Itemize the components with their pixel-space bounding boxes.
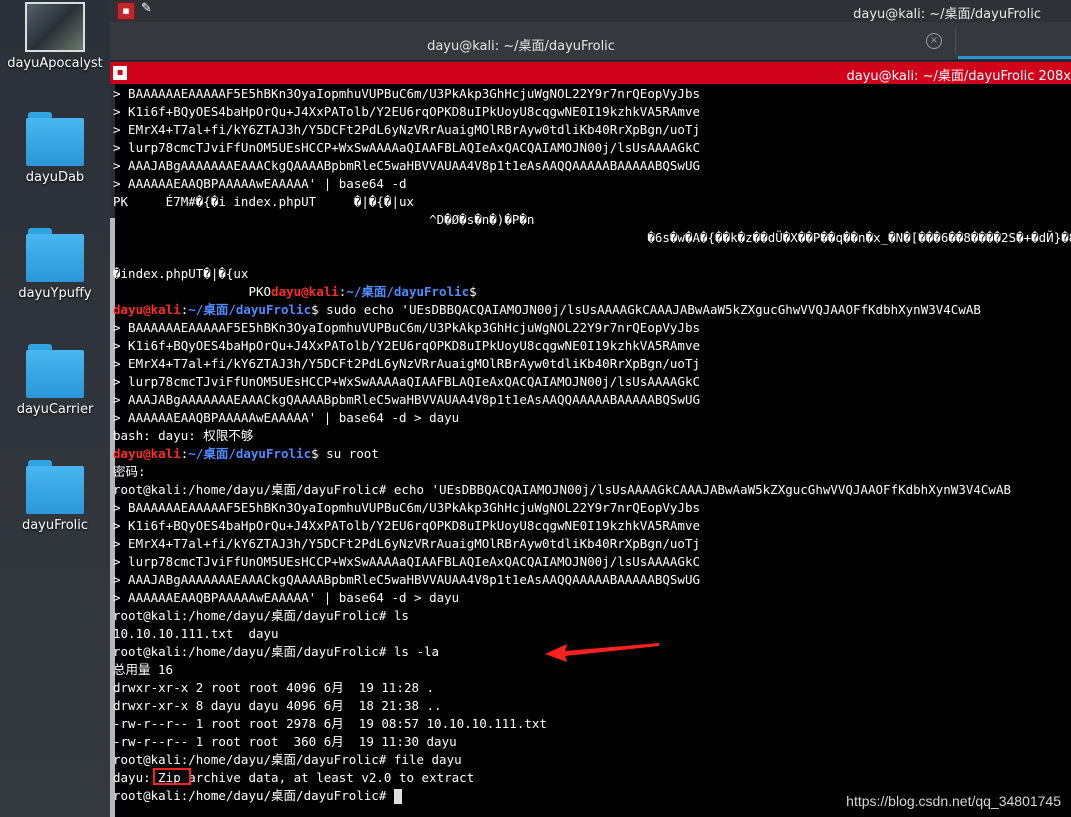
terminal-line: > EMrX4+T7al+fi/kY6ZTAJ3h/Y5DCFt2PdL6yNz… [113,122,700,137]
terminal-line-text: PKO [113,284,272,299]
prompt-path: ~/桌面/dayuFrolic [188,302,312,317]
window-title: dayu@kali: ~/桌面/dayuFrolic [853,7,1041,22]
command-text: ls [393,608,409,623]
terminal-line: > AAAAAAEAAQBPAAAAAwEAAAAA' | base64 -d … [113,410,460,425]
terminal-line: �6s�w�A�{��k�z��dÜ�X��P��q��n�x_�N�[���6… [113,230,1071,245]
annotation-arrow-icon [545,643,659,662]
terminal-app-icon[interactable]: ▪ [117,2,135,20]
terminal-line: drwxr-xr-x 8 dayu dayu 4096 6月 18 21:38 … [113,698,442,713]
terminal-line: -rw-r--r-- 1 root root 2978 6月 19 08:57 … [113,716,547,731]
pane-titlebar: ▪ dayu@kali: ~/桌面/dayuFrolic 208x [110,62,1071,84]
folder-icon [26,112,84,166]
terminal-line: > AAAJABgAAAAAAAEAAACkgQAAAABpbmRleC5waH… [113,572,700,587]
file-output-rest: archive data, at least v2.0 to extract [180,770,475,785]
root-prompt: root@kali:/home/dayu/桌面/dayuFrolic# [113,788,387,803]
file-output-prefix: dayu: [113,770,159,785]
terminal-line: root@kali:/home/dayu/桌面/dayuFrolic# ls [113,607,1071,625]
terminal-line: dayu@kali:~/桌面/dayuFrolic$ su root [113,446,379,461]
root-prompt: root@kali:/home/dayu/桌面/dayuFrolic# [113,482,387,497]
text-cursor [393,789,402,804]
terminal-line: > K1i6f+BQyOES4baHpOrQu+J4XxPATolb/Y2EU6… [113,104,700,119]
terminal-pane-icon[interactable]: ▪ [113,66,127,80]
command-text: echo 'UEsDBBQACQAIAMOJN00j/lsUsAAAAGkCAA… [393,482,1011,497]
close-tab-icon[interactable]: × [926,33,942,49]
terminal-line: > EMrX4+T7al+fi/kY6ZTAJ3h/Y5DCFt2PdL6yNz… [113,356,700,371]
tab-bar: dayu@kali: ~/桌面/dayuFrolic × [110,22,1071,61]
terminal-output[interactable]: > BAAAAAAEAAAAAF5E5hBKn3OyaIopmhuVUPBuC6… [110,84,1071,817]
tab-terminal[interactable]: dayu@kali: ~/桌面/dayuFrolic [110,35,932,54]
desktop-item-dayuFrolic[interactable]: dayuFrolic [0,460,110,533]
desktop-item-label: dayuYpuffy [18,286,92,301]
prompt-path: ~/桌面/dayuFrolic [188,446,312,461]
terminal-line: > BAAAAAAEAAAAAF5E5hBKn3OyaIopmhuVUPBuC6… [113,86,700,101]
terminal-line: > AAAAAAEAAQBPAAAAAwEAAAAA' | base64 -d [113,176,407,191]
terminal-line: > EMrX4+T7al+fi/kY6ZTAJ3h/Y5DCFt2PdL6yNz… [113,536,700,551]
terminal-line: dayu@kali:~/桌面/dayuFrolic$ sudo echo 'UE… [113,302,981,317]
terminal-line: > lurp78cmcTJviFfUnOM5UEsHCCP+WxSwAAAAaQ… [113,374,700,389]
command-text: ls -la [393,644,440,659]
prompt-user: dayu@kali [113,302,181,317]
folder-icon [26,228,84,282]
terminal-line: > K1i6f+BQyOES4baHpOrQu+J4XxPATolb/Y2EU6… [113,518,700,533]
terminal-line: > BAAAAAAEAAAAAF5E5hBKn3OyaIopmhuVUPBuC6… [113,500,700,515]
terminal-line: dayu: Zip archive data, at least v2.0 to… [113,768,1071,787]
root-prompt: root@kali:/home/dayu/桌面/dayuFrolic# [113,752,387,767]
desktop-item-label: dayuFrolic [21,518,89,533]
terminal-line: > AAAAAAEAAQBPAAAAAwEAAAAA' | base64 -d … [113,590,460,605]
desktop-item-dayuYpuffy[interactable]: dayuYpuffy [0,228,110,301]
desktop-item-dayuApocalyst[interactable]: dayuApocalyst [0,2,110,71]
desktop: dayuApocalyst dayuDab dayuYpuffy dayuCar… [0,0,110,817]
terminal-line: > BAAAAAAEAAAAAF5E5hBKn3OyaIopmhuVUPBuC6… [113,320,700,335]
terminal-line: bash: dayu: 权限不够 [113,428,254,443]
terminal-line: root@kali:/home/dayu/桌面/dayuFrolic# file… [113,751,1071,769]
command-text: file dayu [393,752,462,767]
terminal-line: �index.phpUT�|�{ux [113,266,249,281]
folder-icon [26,460,84,514]
command-text: su root [326,446,379,461]
terminal-line: > K1i6f+BQyOES4baHpOrQu+J4XxPATolb/Y2EU6… [113,338,700,353]
terminal-line: ^D�Ø�s�n�)�P�n [113,212,535,227]
tab-divider [955,28,956,54]
root-prompt: root@kali:/home/dayu/桌面/dayuFrolic# [113,644,387,659]
terminal-line: 密码: [113,464,146,479]
terminal-line: drwxr-xr-x 2 root root 4096 6月 19 11:28 … [113,680,435,695]
terminal-line: > AAAJABgAAAAAAAEAAACkgQAAAABpbmRleC5waH… [113,392,700,407]
terminal-line: PKOdayu@kali:~/桌面/dayuFrolic$ [113,284,477,299]
terminal-line: > lurp78cmcTJviFfUnOM5UEsHCCP+WxSwAAAAaQ… [113,140,700,155]
desktop-item-label: dayuCarrier [16,402,94,417]
prompt-path: ~/桌面/dayuFrolic [346,284,470,299]
watermark: https://blog.csdn.net/qq_34801745 [846,793,1061,809]
pin-icon[interactable]: ✎ [141,1,152,16]
terminal-line: -rw-r--r-- 1 root root 360 6月 19 11:30 d… [113,734,457,749]
root-prompt: root@kali:/home/dayu/桌面/dayuFrolic# [113,608,387,623]
prompt-user: dayu@kali [113,446,181,461]
folder-icon [26,344,84,398]
annotation-box [153,768,191,785]
image-thumbnail-icon [25,2,85,52]
desktop-item-dayuDab[interactable]: dayuDab [0,112,110,185]
desktop-item-label: dayuDab [25,170,85,185]
active-tab-indicator [958,56,1071,59]
desktop-item-label: dayuApocalyst [7,56,103,71]
pane-title: dayu@kali: ~/桌面/dayuFrolic 208x [846,69,1071,84]
command-text: sudo echo 'UEsDBBQACQAIAMOJN00j/lsUsAAAA… [326,302,981,317]
desktop-item-dayuCarrier[interactable]: dayuCarrier [0,344,110,417]
window-titlebar: ▪ ✎ dayu@kali: ~/桌面/dayuFrolic [110,0,1071,22]
terminal-line: PK É7M#�{�i index.phpUT �|�{�|ux [113,194,415,209]
terminal-line: > lurp78cmcTJviFfUnOM5UEsHCCP+WxSwAAAAaQ… [113,554,700,569]
prompt-user: dayu@kali [271,284,339,299]
terminal-line: > AAAJABgAAAAAAAEAAACkgQAAAABpbmRleC5waH… [113,158,700,173]
terminal-line: root@kali:/home/dayu/桌面/dayuFrolic# echo… [113,481,1071,499]
